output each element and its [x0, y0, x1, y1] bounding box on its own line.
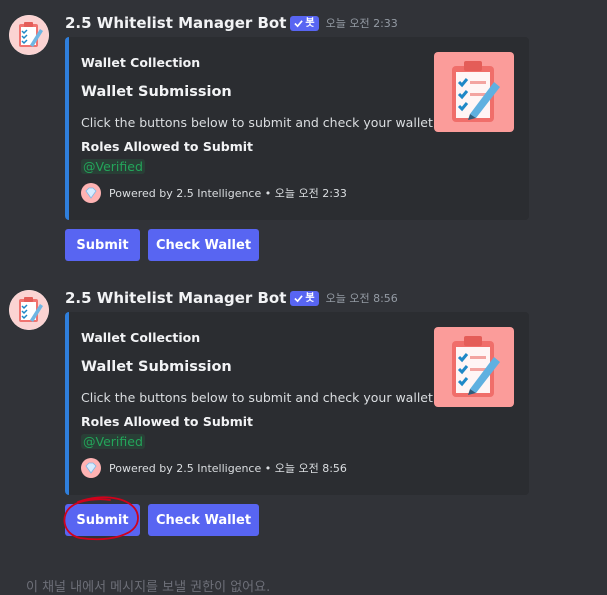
username[interactable]: 2.5 Whitelist Manager Bot — [65, 289, 286, 307]
clipboard-checklist-icon — [9, 15, 49, 55]
message-header: 2.5 Whitelist Manager Bot 봇 오늘 오전 2:33 — [65, 13, 398, 33]
bot-badge-label: 봇 — [305, 17, 315, 29]
timestamp: 오늘 오전 8:56 — [325, 292, 398, 305]
bot-avatar[interactable] — [9, 290, 49, 330]
bot-badge: 봇 — [290, 290, 319, 306]
embed-field-name: Roles Allowed to Submit — [81, 414, 253, 429]
embed-title: Wallet Submission — [81, 84, 232, 100]
embed-thumbnail[interactable] — [434, 52, 514, 132]
checkmark-icon — [294, 294, 304, 302]
submit-button[interactable]: Submit — [65, 229, 140, 261]
embed: Wallet Collection Wallet Submission Clic… — [65, 312, 529, 495]
embed-field-name: Roles Allowed to Submit — [81, 139, 253, 154]
bot-badge-label: 봇 — [305, 292, 315, 304]
embed-footer: Powered by 2.5 Intelligence • 오늘 오전 2:33 — [81, 183, 347, 203]
clipboard-checklist-icon — [452, 336, 500, 397]
chat-input-disabled-hint: 이 채널 내에서 메시지를 보낼 권한이 없어요. — [26, 580, 271, 595]
clipboard-checklist-icon — [9, 290, 49, 330]
submit-button[interactable]: Submit — [65, 504, 140, 536]
timestamp: 오늘 오전 2:33 — [325, 17, 398, 30]
bot-badge: 봇 — [290, 15, 319, 31]
embed-footer-text: Powered by 2.5 Intelligence • 오늘 오전 8:56 — [109, 462, 347, 475]
role-mention[interactable]: @Verified — [81, 159, 145, 174]
check-wallet-button[interactable]: Check Wallet — [148, 504, 259, 536]
embed-author: Wallet Collection — [81, 330, 201, 345]
checkmark-icon — [294, 19, 304, 27]
embed-title: Wallet Submission — [81, 359, 232, 375]
bot-avatar[interactable] — [9, 15, 49, 55]
diamond-icon — [81, 458, 101, 478]
embed-footer: Powered by 2.5 Intelligence • 오늘 오전 8:56 — [81, 458, 347, 478]
embed-description: Click the buttons below to submit and ch… — [81, 390, 437, 405]
diamond-icon — [81, 183, 101, 203]
check-wallet-button[interactable]: Check Wallet — [148, 229, 259, 261]
clipboard-checklist-icon — [452, 61, 500, 122]
message-header: 2.5 Whitelist Manager Bot 봇 오늘 오전 8:56 — [65, 288, 398, 308]
embed: Wallet Collection Wallet Submission Clic… — [65, 37, 529, 220]
embed-thumbnail[interactable] — [434, 327, 514, 407]
embed-footer-text: Powered by 2.5 Intelligence • 오늘 오전 2:33 — [109, 187, 347, 200]
username[interactable]: 2.5 Whitelist Manager Bot — [65, 14, 286, 32]
role-mention[interactable]: @Verified — [81, 434, 145, 449]
embed-author: Wallet Collection — [81, 55, 201, 70]
embed-description: Click the buttons below to submit and ch… — [81, 115, 437, 130]
